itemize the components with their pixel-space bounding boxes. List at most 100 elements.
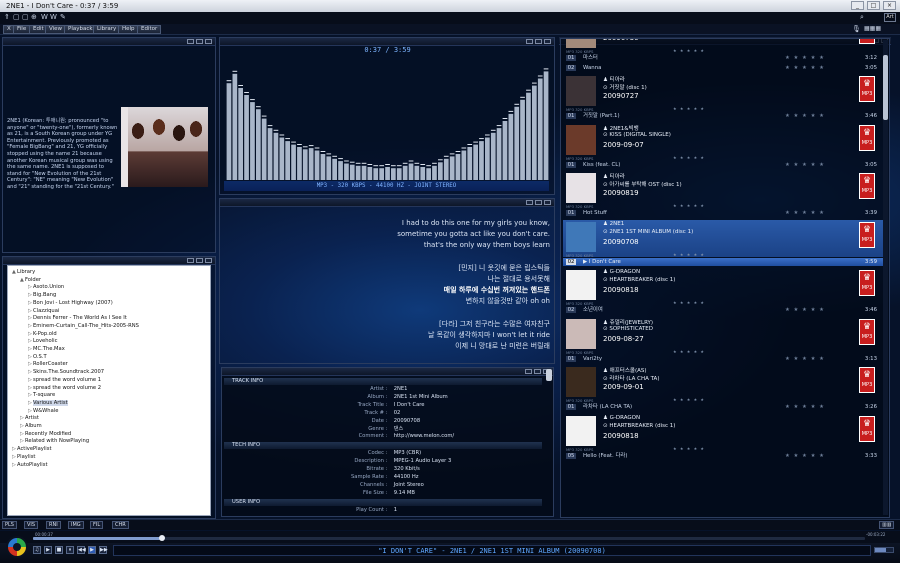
tree-item[interactable]: ▷Loveholic [28, 338, 57, 345]
rating-stars[interactable]: ★ ★ ★ ★ ★ [673, 397, 705, 402]
rating-stars[interactable]: ★ ★ ★ ★ ★ [673, 155, 705, 160]
panel-button[interactable] [544, 39, 551, 44]
playlist-album-card[interactable]: ♟ 쥬얼리(JEWELRY) ⊙ SOPHISTICATED 2009-08-27 M… [563, 317, 885, 355]
tree-item[interactable]: ▷spread the word volume 1 [28, 377, 101, 384]
seek-bar[interactable] [33, 535, 865, 541]
play-small-button[interactable]: ▶ [44, 546, 52, 554]
info-section-header[interactable]: TRACK INFO [224, 378, 542, 385]
panel-button[interactable] [205, 258, 212, 263]
tree-item[interactable]: ▷Bon Jovi - Lost Highway (2007) [28, 300, 113, 307]
panel-button[interactable] [535, 200, 542, 205]
seek-knob[interactable] [158, 535, 165, 541]
rating-stars[interactable]: ★ ★ ★ ★ ★ [673, 106, 705, 111]
track-row[interactable]: 01 Hot Stuff ★ ★ ★ ★ ★ 3:39 [563, 209, 885, 217]
tree-item[interactable]: ▷spread the word volume 2 [28, 385, 101, 392]
previous-button[interactable]: ◀◀ [77, 546, 86, 554]
panel-button[interactable] [187, 258, 194, 263]
tree-item[interactable]: ▷Recently Modified [20, 431, 71, 438]
tree-item[interactable]: ▷Album [20, 423, 42, 430]
globe-icon[interactable]: ⊕ [31, 13, 37, 21]
playlist-album-card[interactable]: ♟ 2NE1 ⊙ 2NE1 1ST MINI ALBUM (disc 1) 2009… [563, 219, 885, 258]
search-icon[interactable]: ⌕ [860, 13, 864, 22]
track-row[interactable]: 05 Hello (Feat. 다라) ★ ★ ★ ★ ★ 3:33 [563, 452, 885, 460]
track-rating-stars[interactable]: ★ ★ ★ ★ ★ [785, 355, 825, 363]
tree-item[interactable]: ▷AutoPlaylist [12, 462, 47, 469]
next-button[interactable]: ▶▶ [99, 546, 108, 554]
rating-stars[interactable]: ★ ★ ★ ★ ★ [673, 252, 705, 257]
track-row[interactable]: 01 라차타 (LA CHA TA) ★ ★ ★ ★ ★ 3:26 [563, 403, 885, 411]
tree-item[interactable]: ▷Clazziquai [28, 308, 59, 315]
minimize-button[interactable]: _ [851, 1, 864, 10]
edit-icon[interactable]: ✎ [60, 13, 66, 21]
panel-button[interactable] [526, 200, 533, 205]
panel-button[interactable] [205, 39, 212, 44]
tree-item[interactable]: ▷Various Artist [28, 399, 68, 407]
rating-stars[interactable]: ★ ★ ★ ★ ★ [673, 48, 705, 53]
wiki-icon[interactable]: W [41, 13, 48, 21]
info-section-header[interactable]: USER INFO [224, 498, 542, 506]
app-logo-icon[interactable] [6, 536, 28, 558]
playlist-album-card[interactable]: 20090730MP3 320 KBPS★ ★ ★ ★ ★♛MP3 [563, 39, 885, 54]
tree-item[interactable]: ▷Artist [20, 415, 39, 422]
toggle-image-button[interactable]: IMG [68, 521, 84, 529]
track-rating-stars[interactable]: ★ ★ ★ ★ ★ [785, 209, 825, 217]
track-row[interactable]: 01 마스터 ★ ★ ★ ★ ★ 3:12 [563, 54, 885, 62]
tree-item[interactable]: ▷RollerCoaster [28, 361, 68, 368]
frame-icon[interactable]: ▢ [22, 13, 29, 21]
layout-toggle-icon[interactable]: ▥▥ [879, 521, 895, 529]
tree-item[interactable]: ▷Big.Bang [28, 292, 56, 299]
toggle-file-button[interactable]: FIL [90, 521, 104, 529]
menu-help[interactable]: Help [118, 25, 139, 34]
pause-button[interactable]: ⏸ [66, 546, 74, 554]
menu-file[interactable]: File [13, 25, 31, 34]
library-icon[interactable]: ♫ [33, 546, 41, 554]
tree-item[interactable]: ▷Related with NowPlaying [20, 438, 89, 445]
playlist-album-card[interactable]: ♟ G-DRAGON ⊙ HEARTBREAKER (disc 1) 2009081… [563, 268, 885, 306]
panel-button[interactable] [187, 39, 194, 44]
maximize-button[interactable]: □ [867, 1, 880, 10]
track-rating-stars[interactable]: ★ ★ ★ ★ ★ [785, 161, 825, 169]
toggle-info-button[interactable]: RNI [46, 521, 61, 529]
tree-item[interactable]: ▷W&Whale [28, 408, 58, 415]
panel-button[interactable] [196, 258, 203, 263]
panel-button[interactable] [526, 39, 533, 44]
tree-item[interactable]: ▲Library [12, 269, 35, 276]
track-rating-stars[interactable]: ★ ★ ★ ★ ★ [785, 64, 825, 72]
web-icon[interactable]: W [50, 13, 57, 21]
layout-icon[interactable]: ▦▦▦ [864, 25, 881, 32]
track-row[interactable]: 01 Vari2ty ★ ★ ★ ★ ★ 3:13 [563, 355, 885, 363]
panel-button[interactable] [525, 369, 532, 374]
playlist-album-card[interactable]: ♟ 티아라 ⊙ 거짓말 (disc 1) 20090727 MP3 320 KBPS ★… [563, 74, 885, 112]
track-rating-stars[interactable]: ★ ★ ★ ★ ★ [785, 112, 825, 120]
track-row[interactable]: 02 Wanna ★ ★ ★ ★ ★ 3:05 [563, 64, 885, 72]
tree-item[interactable]: ▷Skins.The.Soundtrack.2007 [28, 369, 104, 376]
toggle-visualizer-button[interactable]: VIS [24, 521, 39, 529]
playlist-album-card[interactable]: ♟ 애프터스쿨(AS) ⊙ 라차타 (LA CHA TA) 2009-09-01 MP… [563, 365, 885, 403]
menu-playback[interactable]: Playback [64, 25, 97, 34]
playlist-album-card[interactable]: ♟ 티아라 ⊙ 아가씨를 부탁해 OST (disc 1) 20090819 MP3 … [563, 171, 885, 209]
up-icon[interactable]: ⇑ [4, 13, 10, 21]
panel-button[interactable] [535, 39, 542, 44]
tree-item[interactable]: ▷O.S.T [28, 354, 47, 361]
panel-button[interactable] [544, 200, 551, 205]
play-button[interactable]: ▶ [88, 546, 96, 554]
track-row[interactable]: 01 거짓말 (Part.1) ★ ★ ★ ★ ★ 3:46 [563, 112, 885, 120]
tree-item[interactable]: ▲Folder [20, 277, 41, 284]
playlist-album-card[interactable]: ♟ 2NE1&빅뱅 ⊙ KISS (DIGITAL SINGLE) 2009-09-… [563, 123, 885, 161]
track-rating-stars[interactable]: ★ ★ ★ ★ ★ [785, 54, 825, 62]
rating-stars[interactable]: ★ ★ ★ ★ ★ [673, 300, 705, 305]
tree-item[interactable]: ▷MC.The.Max [28, 346, 65, 353]
window-icon[interactable]: ▢ [13, 13, 20, 21]
info-section-header[interactable]: TECH INFO [224, 442, 542, 450]
toggle-playlist-button[interactable]: PLS [2, 521, 17, 529]
menu-editor[interactable]: Editor [137, 25, 162, 34]
mic-icon[interactable]: 🎙 [852, 25, 861, 33]
panel-button[interactable] [534, 369, 541, 374]
volume-slider[interactable] [874, 547, 894, 553]
tree-item[interactable]: ▷Playlist [12, 454, 35, 461]
tree-item[interactable]: ▷Dennis Ferrer - The World As I See It [28, 315, 127, 322]
menu-library[interactable]: Library [93, 25, 121, 34]
toggle-chart-button[interactable]: CHR [112, 521, 129, 529]
panel-button[interactable] [196, 39, 203, 44]
close-button[interactable]: × [883, 1, 896, 10]
